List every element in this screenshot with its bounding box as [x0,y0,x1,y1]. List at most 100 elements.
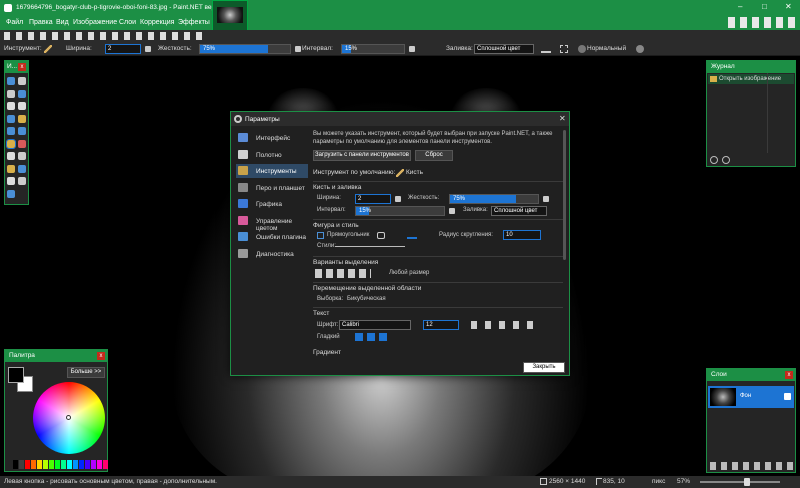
font-size-input[interactable]: 12 [423,320,459,330]
menu-file[interactable]: Файл [6,19,23,26]
menu-view[interactable]: Вид [56,19,69,26]
load-from-toolbar-button[interactable]: Загрузить с панели инструментов [313,150,411,161]
width-plus-button[interactable] [145,46,151,52]
palette-panel-close-button[interactable]: x [97,352,105,360]
magic-wand-tool-icon[interactable] [7,114,15,123]
palette-swatch[interactable] [55,460,60,469]
zoom-slider-thumb[interactable] [744,478,750,486]
radius-input[interactable]: 10 [503,230,541,240]
palette-swatch[interactable] [37,460,42,469]
close-button[interactable]: Закрыть [523,362,565,373]
undo-icon[interactable] [710,156,718,164]
color-picker-tool-icon[interactable] [18,152,26,160]
dialog-hardness-slider[interactable]: 75% [449,194,539,204]
nav-item-diagnostics[interactable]: Диагностика [236,247,308,261]
align-icons[interactable] [355,333,391,341]
units-dropdown[interactable]: пикс [652,478,665,485]
pan-tool-icon[interactable] [18,114,26,123]
zoom-level[interactable]: 57% [677,478,690,485]
shapes-tool-icon[interactable] [7,189,15,198]
more-colors-button[interactable]: Больше >> [67,367,105,378]
dialog-width-input[interactable]: 2 [355,194,391,204]
fill-dropdown[interactable]: Сплошной цвет [474,44,534,54]
shape-dropdown[interactable]: Прямоугольник [327,232,369,238]
smoothing-dropdown[interactable]: Гладкий [317,334,340,340]
pencil-tool-icon[interactable] [7,152,15,160]
paint-bucket-tool-icon[interactable] [7,127,15,135]
reset-button[interactable]: Сброс [415,150,453,161]
selection-mode-icons[interactable] [315,269,371,278]
interval-plus-button[interactable] [409,46,415,52]
sampling-dropdown[interactable]: Бикубическая [347,296,386,302]
line-curve-tool-icon[interactable] [18,177,26,185]
dialog-scrollbar[interactable] [563,130,566,260]
palette-swatch[interactable] [13,460,18,469]
menu-adjustments[interactable]: Коррекция [140,19,174,26]
font-dropdown[interactable]: Calibri [339,320,411,330]
rectangle-select-tool-icon[interactable] [7,77,15,85]
primary-color-swatch[interactable] [8,367,24,383]
dialog-fill-dropdown[interactable]: Сплошной цвет [491,206,547,216]
tools-panel-close-button[interactable]: x [18,63,26,71]
recolor-tool-icon[interactable] [18,164,26,173]
layer-actions[interactable] [710,462,794,470]
antialiasing-icon[interactable] [541,45,551,53]
palette-swatch[interactable] [85,460,90,469]
nav-item-interface[interactable]: Интерфейс [236,131,308,145]
palette-swatch[interactable] [49,460,54,469]
dialog-width-plus-button[interactable] [395,196,401,202]
nav-item-canvas[interactable]: Полотно [236,148,308,162]
maximize-button[interactable]: □ [762,2,772,12]
palette-swatch[interactable] [79,460,84,469]
move-selected-tool-icon[interactable] [18,89,26,98]
palette-swatch[interactable] [97,460,102,469]
palette-swatch[interactable] [91,460,96,469]
nav-item-plugin-errors[interactable]: Ошибки плагина [236,230,308,244]
draw-mode-icon[interactable] [377,232,385,239]
dialog-interval-plus-button[interactable] [449,208,455,214]
palette-swatch[interactable] [19,460,24,469]
close-window-button[interactable]: ✕ [785,2,795,12]
any-size-dropdown[interactable]: Любой размер [389,270,429,276]
lasso-select-tool-icon[interactable] [7,89,15,98]
palette-swatch[interactable] [73,460,78,469]
alpha-blending-icon[interactable] [636,45,644,53]
menu-effects[interactable]: Эффекты [178,19,210,26]
font-style-icons[interactable] [471,321,541,329]
layers-panel-close-button[interactable]: x [785,371,793,379]
clone-stamp-tool-icon[interactable] [7,164,15,173]
palette-swatch[interactable] [25,460,30,469]
interval-slider[interactable]: 15% [341,44,405,54]
dialog-close-icon[interactable]: ✕ [559,114,566,123]
gradient-tool-icon[interactable] [18,127,26,135]
menu-image[interactable]: Изображение [73,19,117,26]
width-input[interactable]: 2 [105,44,141,54]
nav-item-tools[interactable]: Инструменты [236,164,308,178]
palette-swatch[interactable] [103,460,108,469]
palette-swatch[interactable] [43,460,48,469]
layer-row[interactable]: Фон [708,386,794,408]
palette-swatch[interactable] [31,460,36,469]
dialog-hardness-plus-button[interactable] [543,196,549,202]
antialiasing-icon[interactable] [407,232,417,239]
nav-item-graphics[interactable]: Графика [236,197,308,211]
toolbar-icons[interactable] [4,32,204,40]
menu-edit[interactable]: Правка [29,19,53,26]
text-tool-icon[interactable] [7,177,15,185]
move-selection-tool-icon[interactable] [18,77,26,85]
layer-visibility-checkbox[interactable] [784,393,791,400]
minimize-button[interactable]: – [738,2,748,12]
nav-item-pen[interactable]: Перо и планшет [236,181,308,195]
selection-mode-icon[interactable] [560,45,568,53]
nav-item-color-management[interactable]: Управление цветом [236,214,308,232]
dialog-interval-slider[interactable]: 15% [355,206,445,216]
ellipse-select-tool-icon[interactable] [7,102,15,110]
utility-icons[interactable] [728,17,798,28]
history-item[interactable]: Открыть изображение [708,74,794,84]
redo-icon[interactable] [722,156,730,164]
default-tool-dropdown[interactable]: Кисть [406,169,423,176]
hardness-plus-button[interactable] [295,46,301,52]
hardness-slider[interactable]: 75% [199,44,291,54]
color-wheel-cursor[interactable] [66,415,71,420]
zoom-slider[interactable] [700,481,780,483]
